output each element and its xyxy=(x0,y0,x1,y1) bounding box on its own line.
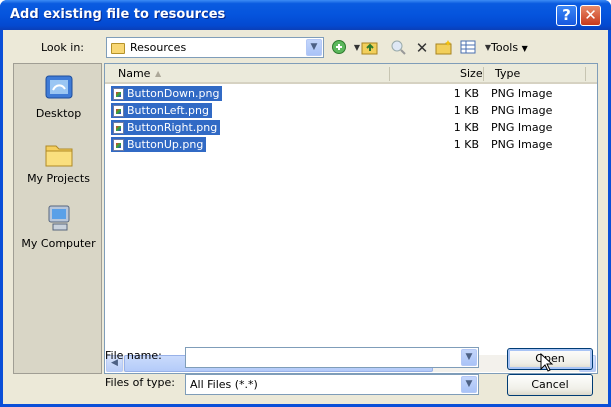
sort-ascending-icon: ▲ xyxy=(155,69,162,78)
computer-icon xyxy=(43,204,75,234)
delete-icon[interactable]: ✕ xyxy=(413,39,431,57)
file-name[interactable]: ButtonUp.png xyxy=(111,137,207,152)
png-file-icon xyxy=(113,105,124,117)
search-web-icon[interactable] xyxy=(389,39,407,57)
dialog-title: Add existing file to resources xyxy=(10,7,226,22)
places-bar: Desktop My Projects My Computer xyxy=(13,63,102,374)
file-name-text: ButtonDown.png xyxy=(127,87,220,100)
column-divider xyxy=(483,67,484,81)
files-of-type-label: Files of type: xyxy=(105,376,176,389)
folder-icon xyxy=(111,42,125,54)
file-size: 1 KB xyxy=(453,138,479,151)
column-size[interactable]: Size xyxy=(460,67,483,80)
column-divider xyxy=(585,67,586,81)
new-folder-icon[interactable] xyxy=(435,39,453,57)
up-folder-icon[interactable] xyxy=(361,39,379,57)
file-type: PNG Image xyxy=(491,121,553,134)
look-in-label: Look in: xyxy=(41,41,84,54)
file-row[interactable]: ButtonRight.png 1 KB PNG Image xyxy=(105,119,597,136)
dialog-window: Add existing file to resources ? ✕ Look … xyxy=(0,0,611,407)
folder-icon xyxy=(43,139,75,169)
files-of-type-select[interactable]: All Files (*.*) ▼ xyxy=(185,374,479,395)
file-list[interactable]: Name ▲ Size Type ButtonDown.png 1 KB PNG… xyxy=(104,63,598,374)
chevron-down-icon: ▼ xyxy=(521,44,528,53)
place-desktop[interactable]: Desktop xyxy=(14,74,103,120)
back-icon[interactable] xyxy=(330,39,348,57)
file-size: 1 KB xyxy=(453,121,479,134)
place-label: Desktop xyxy=(35,107,82,120)
file-name-label: File name: xyxy=(105,349,162,362)
file-row[interactable]: ButtonLeft.png 1 KB PNG Image xyxy=(105,102,597,119)
file-name-text: ButtonLeft.png xyxy=(127,104,209,117)
file-size: 1 KB xyxy=(453,104,479,117)
cancel-button[interactable]: Cancel xyxy=(507,374,593,396)
file-size: 1 KB xyxy=(453,87,479,100)
file-row[interactable]: ButtonUp.png 1 KB PNG Image xyxy=(105,136,597,153)
file-type: PNG Image xyxy=(491,104,553,117)
chevron-down-icon[interactable]: ▼ xyxy=(306,39,322,56)
desktop-icon xyxy=(43,74,75,104)
png-file-icon xyxy=(113,88,124,100)
chevron-down-icon[interactable]: ▼ xyxy=(461,349,477,366)
dialog-body: Look in: Resources ▼ ▼ ✕ ▼ Tools ▼ Deskt… xyxy=(3,30,608,404)
column-divider xyxy=(389,67,390,81)
place-label: My Computer xyxy=(21,237,96,250)
help-button[interactable]: ? xyxy=(556,5,577,26)
file-name-input[interactable]: ▼ xyxy=(185,347,479,368)
look-in-combo[interactable]: Resources ▼ xyxy=(106,37,324,58)
chevron-down-icon[interactable]: ▼ xyxy=(461,376,477,393)
file-row[interactable]: ButtonDown.png 1 KB PNG Image xyxy=(105,85,597,102)
place-my-projects[interactable]: My Projects xyxy=(14,139,103,185)
files-of-type-value: All Files (*.*) xyxy=(190,378,258,391)
mouse-cursor-icon xyxy=(540,353,554,372)
views-icon[interactable] xyxy=(459,39,477,57)
list-header: Name ▲ Size Type xyxy=(105,64,597,84)
file-name-text: ButtonRight.png xyxy=(127,121,218,134)
file-type: PNG Image xyxy=(491,138,553,151)
column-type[interactable]: Type xyxy=(495,67,520,80)
close-button[interactable]: ✕ xyxy=(580,5,601,26)
png-file-icon xyxy=(113,139,124,151)
place-my-computer[interactable]: My Computer xyxy=(14,204,103,250)
place-label: My Projects xyxy=(27,172,90,185)
file-name[interactable]: ButtonLeft.png xyxy=(111,103,212,118)
tools-menu-button[interactable]: Tools ▼ xyxy=(491,39,528,57)
file-name[interactable]: ButtonRight.png xyxy=(111,120,221,135)
file-name-text: ButtonUp.png xyxy=(127,138,204,151)
look-in-value: Resources xyxy=(130,41,187,54)
png-file-icon xyxy=(113,122,124,134)
title-bar[interactable]: Add existing file to resources ? ✕ xyxy=(0,0,611,30)
column-name[interactable]: Name xyxy=(118,67,150,80)
tools-label: Tools xyxy=(491,41,519,54)
file-type: PNG Image xyxy=(491,87,553,100)
file-name[interactable]: ButtonDown.png xyxy=(111,86,223,101)
